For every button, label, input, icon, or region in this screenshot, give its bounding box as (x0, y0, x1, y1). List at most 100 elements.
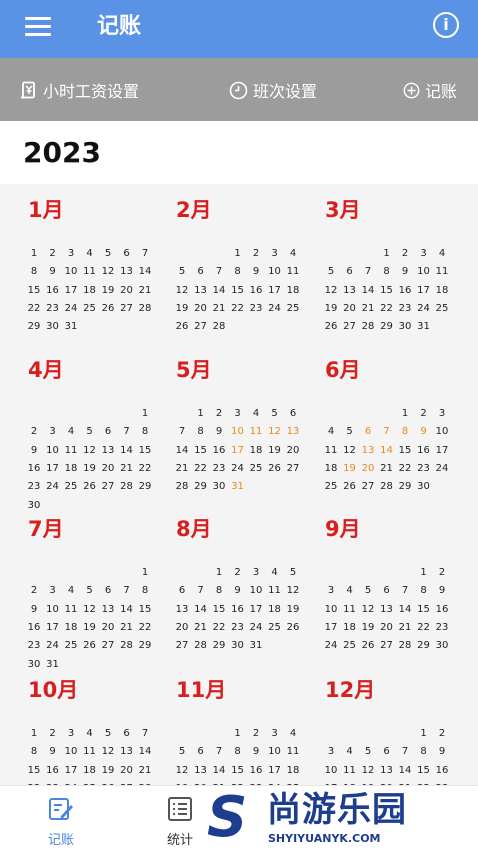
calendar-day[interactable]: 10 (62, 746, 80, 758)
calendar-day[interactable]: 5 (359, 585, 377, 597)
calendar-day[interactable]: 29 (136, 640, 154, 652)
calendar-day[interactable]: 29 (25, 321, 43, 333)
calendar-day[interactable]: 23 (396, 303, 414, 315)
calendar-day[interactable]: 6 (118, 728, 136, 740)
calendar-day[interactable]: 13 (99, 445, 117, 457)
calendar-day[interactable]: 18 (62, 622, 80, 634)
calendar-day[interactable]: 8 (210, 585, 228, 597)
calendar-day[interactable]: 12 (266, 426, 284, 438)
calendar-day[interactable]: 28 (118, 481, 136, 493)
calendar-day[interactable]: 25 (266, 622, 284, 634)
calendar-day[interactable]: 10 (266, 746, 284, 758)
calendar-day[interactable]: 3 (322, 585, 340, 597)
calendar-day[interactable]: 3 (247, 567, 265, 579)
calendar-day[interactable]: 7 (118, 585, 136, 597)
calendar-day[interactable]: 30 (396, 321, 414, 333)
calendar-day[interactable]: 3 (266, 248, 284, 260)
calendar-day[interactable]: 29 (136, 481, 154, 493)
calendar-day[interactable]: 13 (378, 765, 396, 777)
calendar-day[interactable]: 5 (341, 426, 359, 438)
calendar-day[interactable]: 18 (62, 463, 80, 475)
calendar-day[interactable]: 23 (25, 481, 43, 493)
calendar-day[interactable]: 7 (118, 426, 136, 438)
calendar-day[interactable]: 21 (173, 463, 191, 475)
calendar-day[interactable]: 27 (99, 481, 117, 493)
calendar-day[interactable]: 26 (284, 622, 302, 634)
calendar-day[interactable]: 15 (210, 604, 228, 616)
calendar-day[interactable]: 14 (210, 285, 228, 297)
calendar-day[interactable]: 8 (192, 426, 210, 438)
calendar-day[interactable]: 16 (433, 765, 451, 777)
calendar-day[interactable]: 22 (378, 303, 396, 315)
calendar-day[interactable]: 4 (62, 426, 80, 438)
calendar-day[interactable]: 4 (284, 728, 302, 740)
calendar-day[interactable]: 9 (433, 585, 451, 597)
calendar-day[interactable]: 28 (136, 303, 154, 315)
calendar-day[interactable]: 20 (99, 622, 117, 634)
calendar-day[interactable]: 16 (247, 285, 265, 297)
calendar-day[interactable]: 2 (229, 567, 247, 579)
calendar-day[interactable]: 1 (25, 248, 43, 260)
calendar-day[interactable]: 14 (136, 746, 154, 758)
calendar-day[interactable]: 28 (210, 321, 228, 333)
calendar-day[interactable]: 8 (415, 746, 433, 758)
calendar-day[interactable]: 9 (210, 426, 228, 438)
calendar-day[interactable]: 3 (44, 585, 62, 597)
calendar-day[interactable]: 10 (433, 426, 451, 438)
calendar-day[interactable]: 16 (25, 622, 43, 634)
calendar-day[interactable]: 11 (284, 266, 302, 278)
calendar-day[interactable]: 28 (396, 640, 414, 652)
calendar-day[interactable]: 17 (266, 765, 284, 777)
calendar-day[interactable]: 11 (322, 445, 340, 457)
calendar-day[interactable]: 12 (341, 445, 359, 457)
calendar-day[interactable]: 3 (322, 746, 340, 758)
calendar-day[interactable]: 24 (229, 463, 247, 475)
calendar-day[interactable]: 13 (118, 266, 136, 278)
calendar-day[interactable]: 3 (433, 408, 451, 420)
calendar-day[interactable]: 20 (118, 765, 136, 777)
calendar-day[interactable]: 20 (284, 445, 302, 457)
calendar-day[interactable]: 1 (415, 567, 433, 579)
shift-settings-button[interactable]: 班次设置 (229, 78, 317, 102)
calendar-day[interactable]: 4 (81, 248, 99, 260)
calendar-day[interactable]: 19 (359, 622, 377, 634)
calendar-day[interactable]: 2 (433, 728, 451, 740)
calendar-day[interactable]: 9 (44, 266, 62, 278)
calendar-day[interactable]: 21 (396, 622, 414, 634)
calendar-day[interactable]: 17 (266, 285, 284, 297)
calendar-day[interactable]: 24 (44, 640, 62, 652)
calendar-day[interactable]: 20 (359, 463, 377, 475)
calendar-day[interactable]: 13 (118, 746, 136, 758)
calendar-day[interactable]: 6 (99, 585, 117, 597)
calendar-day[interactable]: 5 (81, 426, 99, 438)
calendar-day[interactable]: 5 (173, 266, 191, 278)
calendar-day[interactable]: 26 (81, 481, 99, 493)
calendar-day[interactable]: 25 (62, 481, 80, 493)
calendar-day[interactable]: 9 (247, 746, 265, 758)
calendar-day[interactable]: 17 (415, 285, 433, 297)
calendar-day[interactable]: 23 (247, 303, 265, 315)
calendar-day[interactable]: 10 (322, 765, 340, 777)
calendar-day[interactable]: 16 (247, 765, 265, 777)
calendar-day[interactable]: 27 (99, 640, 117, 652)
calendar-day[interactable]: 27 (284, 463, 302, 475)
calendar-day[interactable]: 30 (44, 321, 62, 333)
calendar-day[interactable]: 9 (25, 604, 43, 616)
calendar-day[interactable]: 6 (378, 585, 396, 597)
calendar-day[interactable]: 15 (229, 285, 247, 297)
calendar-day[interactable]: 8 (378, 266, 396, 278)
calendar-day[interactable]: 11 (62, 445, 80, 457)
calendar-day[interactable]: 7 (396, 585, 414, 597)
calendar-day[interactable]: 4 (247, 408, 265, 420)
calendar-day[interactable]: 10 (266, 266, 284, 278)
calendar-day[interactable]: 13 (359, 445, 377, 457)
calendar-day[interactable]: 3 (44, 426, 62, 438)
calendar-day[interactable]: 27 (173, 640, 191, 652)
calendar-day[interactable]: 5 (266, 408, 284, 420)
calendar-day[interactable]: 25 (284, 303, 302, 315)
calendar-day[interactable]: 14 (396, 765, 414, 777)
calendar-day[interactable]: 30 (229, 640, 247, 652)
calendar-day[interactable]: 7 (378, 426, 396, 438)
calendar-day[interactable]: 12 (173, 765, 191, 777)
calendar-day[interactable]: 7 (192, 585, 210, 597)
